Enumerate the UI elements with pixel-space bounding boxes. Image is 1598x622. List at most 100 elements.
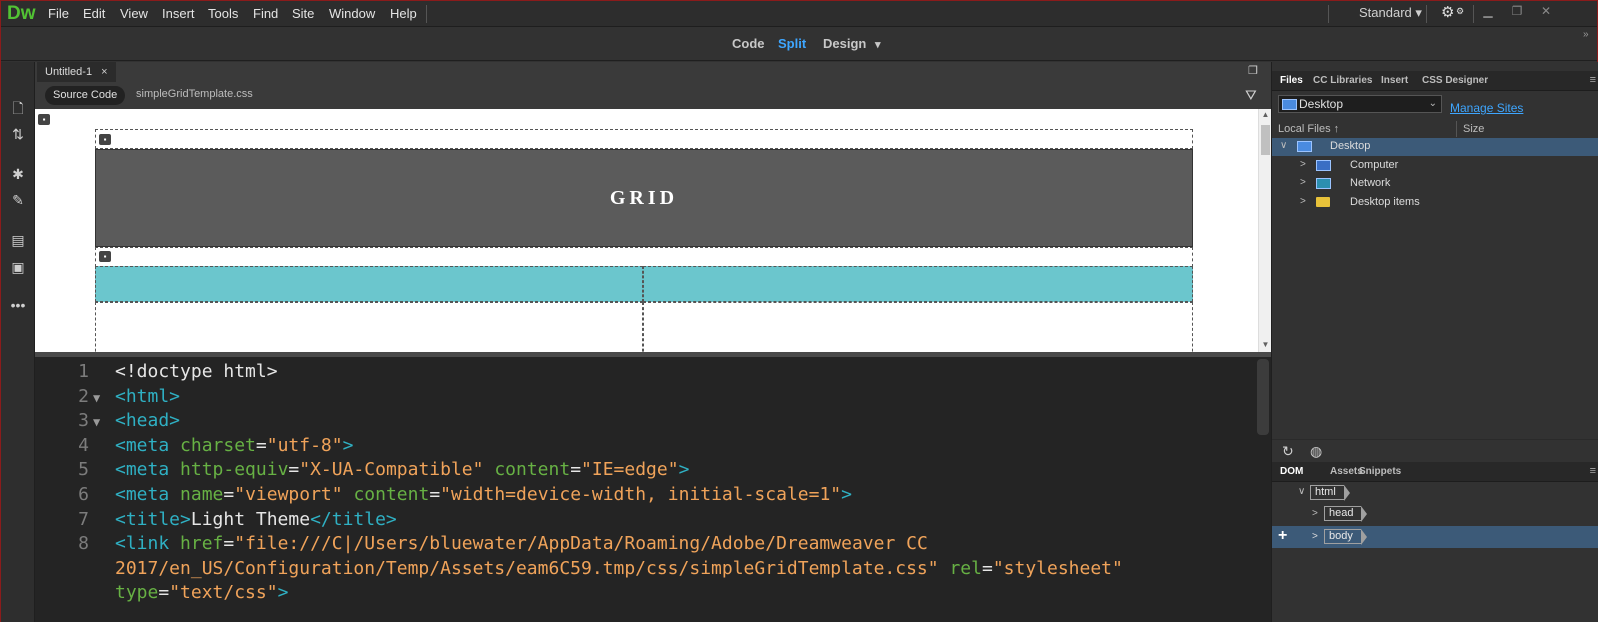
- grid-column-right[interactable]: [643, 302, 1193, 352]
- menu-edit[interactable]: Edit: [83, 6, 105, 21]
- grid-column-left[interactable]: [95, 302, 643, 352]
- files-columns: Local Files ↑ Size: [1272, 119, 1598, 139]
- grid-cell-right[interactable]: [643, 266, 1193, 302]
- tab-snippets[interactable]: Snippets: [1359, 466, 1401, 477]
- close-icon[interactable]: ✕: [1534, 3, 1558, 19]
- minimize-icon[interactable]: ▁: [1476, 3, 1500, 19]
- chevron-right-icon[interactable]: >: [1300, 159, 1306, 170]
- tree-item-network[interactable]: > Network: [1272, 175, 1598, 193]
- element-marker-icon[interactable]: ▪: [38, 114, 50, 125]
- design-view-button[interactable]: Design: [823, 36, 866, 51]
- grid-cell-left[interactable]: [95, 266, 643, 302]
- menu-tools[interactable]: Tools: [208, 6, 238, 21]
- element-marker-icon[interactable]: ▪: [99, 134, 111, 145]
- code-token: "IE=edge": [581, 459, 679, 481]
- expand-collapse-icon[interactable]: ✱: [8, 164, 28, 184]
- menu-find[interactable]: Find: [253, 6, 278, 21]
- dom-node-html[interactable]: html: [1310, 485, 1350, 501]
- code-token: <head>: [115, 410, 181, 432]
- code-token: <meta: [115, 434, 181, 456]
- refresh-icon[interactable]: ↻: [1282, 443, 1294, 460]
- panel-menu-icon[interactable]: ≡: [1590, 74, 1596, 86]
- menu-view[interactable]: View: [120, 6, 148, 21]
- tree-item-desktop-items[interactable]: > Desktop items: [1272, 194, 1598, 212]
- gear-icon[interactable]: ⚙: [1441, 3, 1454, 21]
- code-token: <meta: [115, 484, 181, 505]
- chevron-right-icon[interactable]: >: [1300, 177, 1306, 188]
- workspace-divider-2: [1426, 5, 1427, 23]
- tab-files[interactable]: Files: [1280, 75, 1303, 86]
- chevron-down-icon[interactable]: ▾: [875, 38, 881, 51]
- source-code-button[interactable]: Source Code: [45, 86, 126, 105]
- code-token: =: [158, 582, 170, 604]
- add-element-icon[interactable]: +: [1278, 527, 1287, 545]
- network-icon: [1316, 178, 1331, 189]
- chevron-right-icon[interactable]: >: [1312, 508, 1318, 519]
- restore-icon[interactable]: ❐: [1505, 3, 1529, 19]
- manage-sites-link[interactable]: Manage Sites: [1450, 101, 1523, 115]
- local-files-header[interactable]: Local Files ↑: [1278, 123, 1339, 135]
- tab-dom[interactable]: DOM: [1280, 466, 1303, 477]
- dom-node-body[interactable]: body: [1324, 529, 1367, 545]
- site-select[interactable]: Desktop ⌄: [1278, 95, 1442, 113]
- paint-brush-icon[interactable]: ✎: [8, 190, 28, 210]
- file-transfer-icon[interactable]: ⇅: [8, 124, 28, 144]
- document-tab[interactable]: Untitled-1 ×: [37, 62, 116, 82]
- design-scrollbar[interactable]: ▲ ▼: [1258, 109, 1271, 352]
- related-file-css[interactable]: simpleGridTemplate.css: [136, 88, 253, 100]
- code-token: =: [223, 533, 235, 555]
- close-tab-icon[interactable]: ×: [101, 66, 107, 78]
- file-icon[interactable]: 🗋: [8, 98, 28, 118]
- code-text: <title>Light Theme</title>: [115, 509, 397, 530]
- code-view-button[interactable]: Code: [732, 36, 765, 51]
- tab-insert[interactable]: Insert: [1381, 75, 1408, 86]
- monitor-icon: [1297, 141, 1312, 152]
- menu-window[interactable]: Window: [329, 6, 375, 21]
- line-number: 3: [78, 410, 89, 432]
- panel-menu-icon[interactable]: ≡: [1590, 465, 1596, 477]
- element-marker-icon[interactable]: ▪: [99, 251, 111, 262]
- chevron-down-icon[interactable]: ∨: [1298, 486, 1305, 497]
- tree-item-desktop[interactable]: ∨ Desktop: [1272, 138, 1598, 156]
- code-token: "text/css": [169, 582, 278, 604]
- more-icon[interactable]: •••: [8, 295, 28, 315]
- chevron-right-icon[interactable]: >: [1312, 531, 1318, 542]
- tab-cc-libraries[interactable]: CC Libraries: [1313, 75, 1372, 86]
- line-number: 7: [78, 508, 89, 530]
- chevron-right-icon[interactable]: >: [1300, 196, 1306, 207]
- menu-site[interactable]: Site: [292, 6, 314, 21]
- row-outline: [95, 247, 1193, 267]
- expand-panels-icon[interactable]: »: [1583, 29, 1589, 40]
- monitor-icon: [1282, 99, 1297, 110]
- restore-document-icon[interactable]: ❐: [1248, 64, 1258, 77]
- comment-check-icon[interactable]: ▣: [8, 257, 28, 277]
- tab-css-designer[interactable]: CSS Designer: [1422, 75, 1488, 86]
- workspace-switcher[interactable]: Standard ▾: [1359, 5, 1422, 21]
- design-view[interactable]: ▪ ▪ GRID ▪: [35, 109, 1294, 352]
- code-token: "viewport": [234, 484, 343, 505]
- tree-item-computer[interactable]: > Computer: [1272, 157, 1598, 175]
- menu-file[interactable]: File: [48, 6, 69, 21]
- chevron-down-icon[interactable]: ∨: [1280, 140, 1287, 151]
- scrollbar-thumb[interactable]: [1261, 125, 1270, 155]
- related-files-bar: Source Code simpleGridTemplate.css ⛛: [35, 82, 1294, 109]
- filter-icon[interactable]: ⛛: [1245, 87, 1257, 104]
- dom-node-head[interactable]: head: [1324, 506, 1369, 522]
- menu-help[interactable]: Help: [390, 6, 417, 21]
- line-number: 1: [78, 361, 89, 382]
- code-view[interactable]: 1 <!doctype html> 2 ▼ <html> 3 ▼ <head> 4 <meta c…: [35, 357, 1271, 622]
- site-globe-icon[interactable]: ◍: [1310, 443, 1322, 460]
- size-header[interactable]: Size: [1463, 123, 1484, 135]
- code-scrollbar[interactable]: [1257, 359, 1269, 435]
- chevron-down-icon: ⌄: [1428, 98, 1437, 109]
- fold-toggle-icon[interactable]: ▼: [93, 415, 100, 429]
- grid-header[interactable]: GRID: [95, 149, 1193, 247]
- tab-assets[interactable]: Assets: [1330, 466, 1363, 477]
- fold-toggle-icon[interactable]: ▼: [93, 391, 100, 405]
- comment-icon[interactable]: ▤: [8, 230, 28, 250]
- dom-row-selected[interactable]: [1272, 526, 1598, 548]
- menu-insert[interactable]: Insert: [162, 6, 195, 21]
- split-view-button[interactable]: Split: [778, 36, 806, 51]
